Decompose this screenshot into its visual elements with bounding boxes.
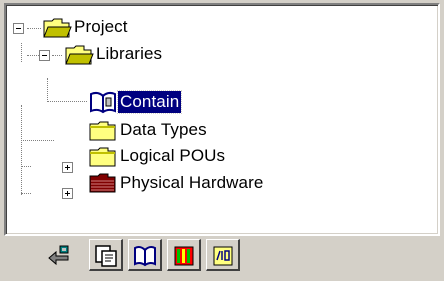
tab-libraries[interactable]	[128, 239, 162, 271]
tree-connector	[21, 43, 22, 62]
tab-documents[interactable]	[89, 239, 123, 271]
io-variables-icon	[213, 246, 233, 266]
library-book-icon	[134, 245, 156, 267]
tab-project-tree[interactable]	[40, 237, 74, 275]
tree-connector	[27, 28, 41, 29]
folder-icon	[89, 121, 116, 141]
tree-item-label: Physical Hardware	[120, 173, 264, 192]
tab-hardware[interactable]	[167, 239, 201, 271]
tree-item-label: Libraries	[96, 44, 163, 63]
tree-connector	[47, 78, 48, 102]
tree-connector	[21, 140, 54, 141]
library-book-icon	[90, 91, 116, 114]
document-icon	[95, 245, 117, 267]
expand-toggle[interactable]	[62, 188, 73, 199]
project-tree-icon	[48, 245, 69, 266]
tree-connector	[21, 105, 22, 195]
folder-open-icon	[65, 45, 94, 65]
project-tree-panel[interactable]: Project Libraries Contain Data Types Log…	[4, 3, 440, 236]
tree-item-label: Data Types	[120, 120, 207, 139]
collapse-toggle[interactable]	[13, 23, 24, 34]
expand-toggle[interactable]	[62, 162, 73, 173]
tree-item-label: Logical POUs	[120, 146, 226, 165]
tree-connector	[47, 101, 87, 102]
tree-item-label: Contain	[116, 90, 183, 114]
tree-item-label: Project	[74, 17, 128, 36]
folder-open-icon	[43, 18, 72, 38]
folder-icon	[89, 147, 116, 167]
hardware-folder-icon	[89, 173, 116, 193]
tree-connector	[21, 166, 31, 167]
hardware-rack-icon	[174, 246, 194, 266]
tree-connector	[27, 55, 39, 56]
tree-connector	[52, 55, 62, 56]
tree-connector	[21, 193, 31, 194]
view-tab-bar	[4, 237, 440, 277]
collapse-toggle[interactable]	[39, 50, 50, 61]
tab-io-variables[interactable]	[206, 239, 240, 271]
